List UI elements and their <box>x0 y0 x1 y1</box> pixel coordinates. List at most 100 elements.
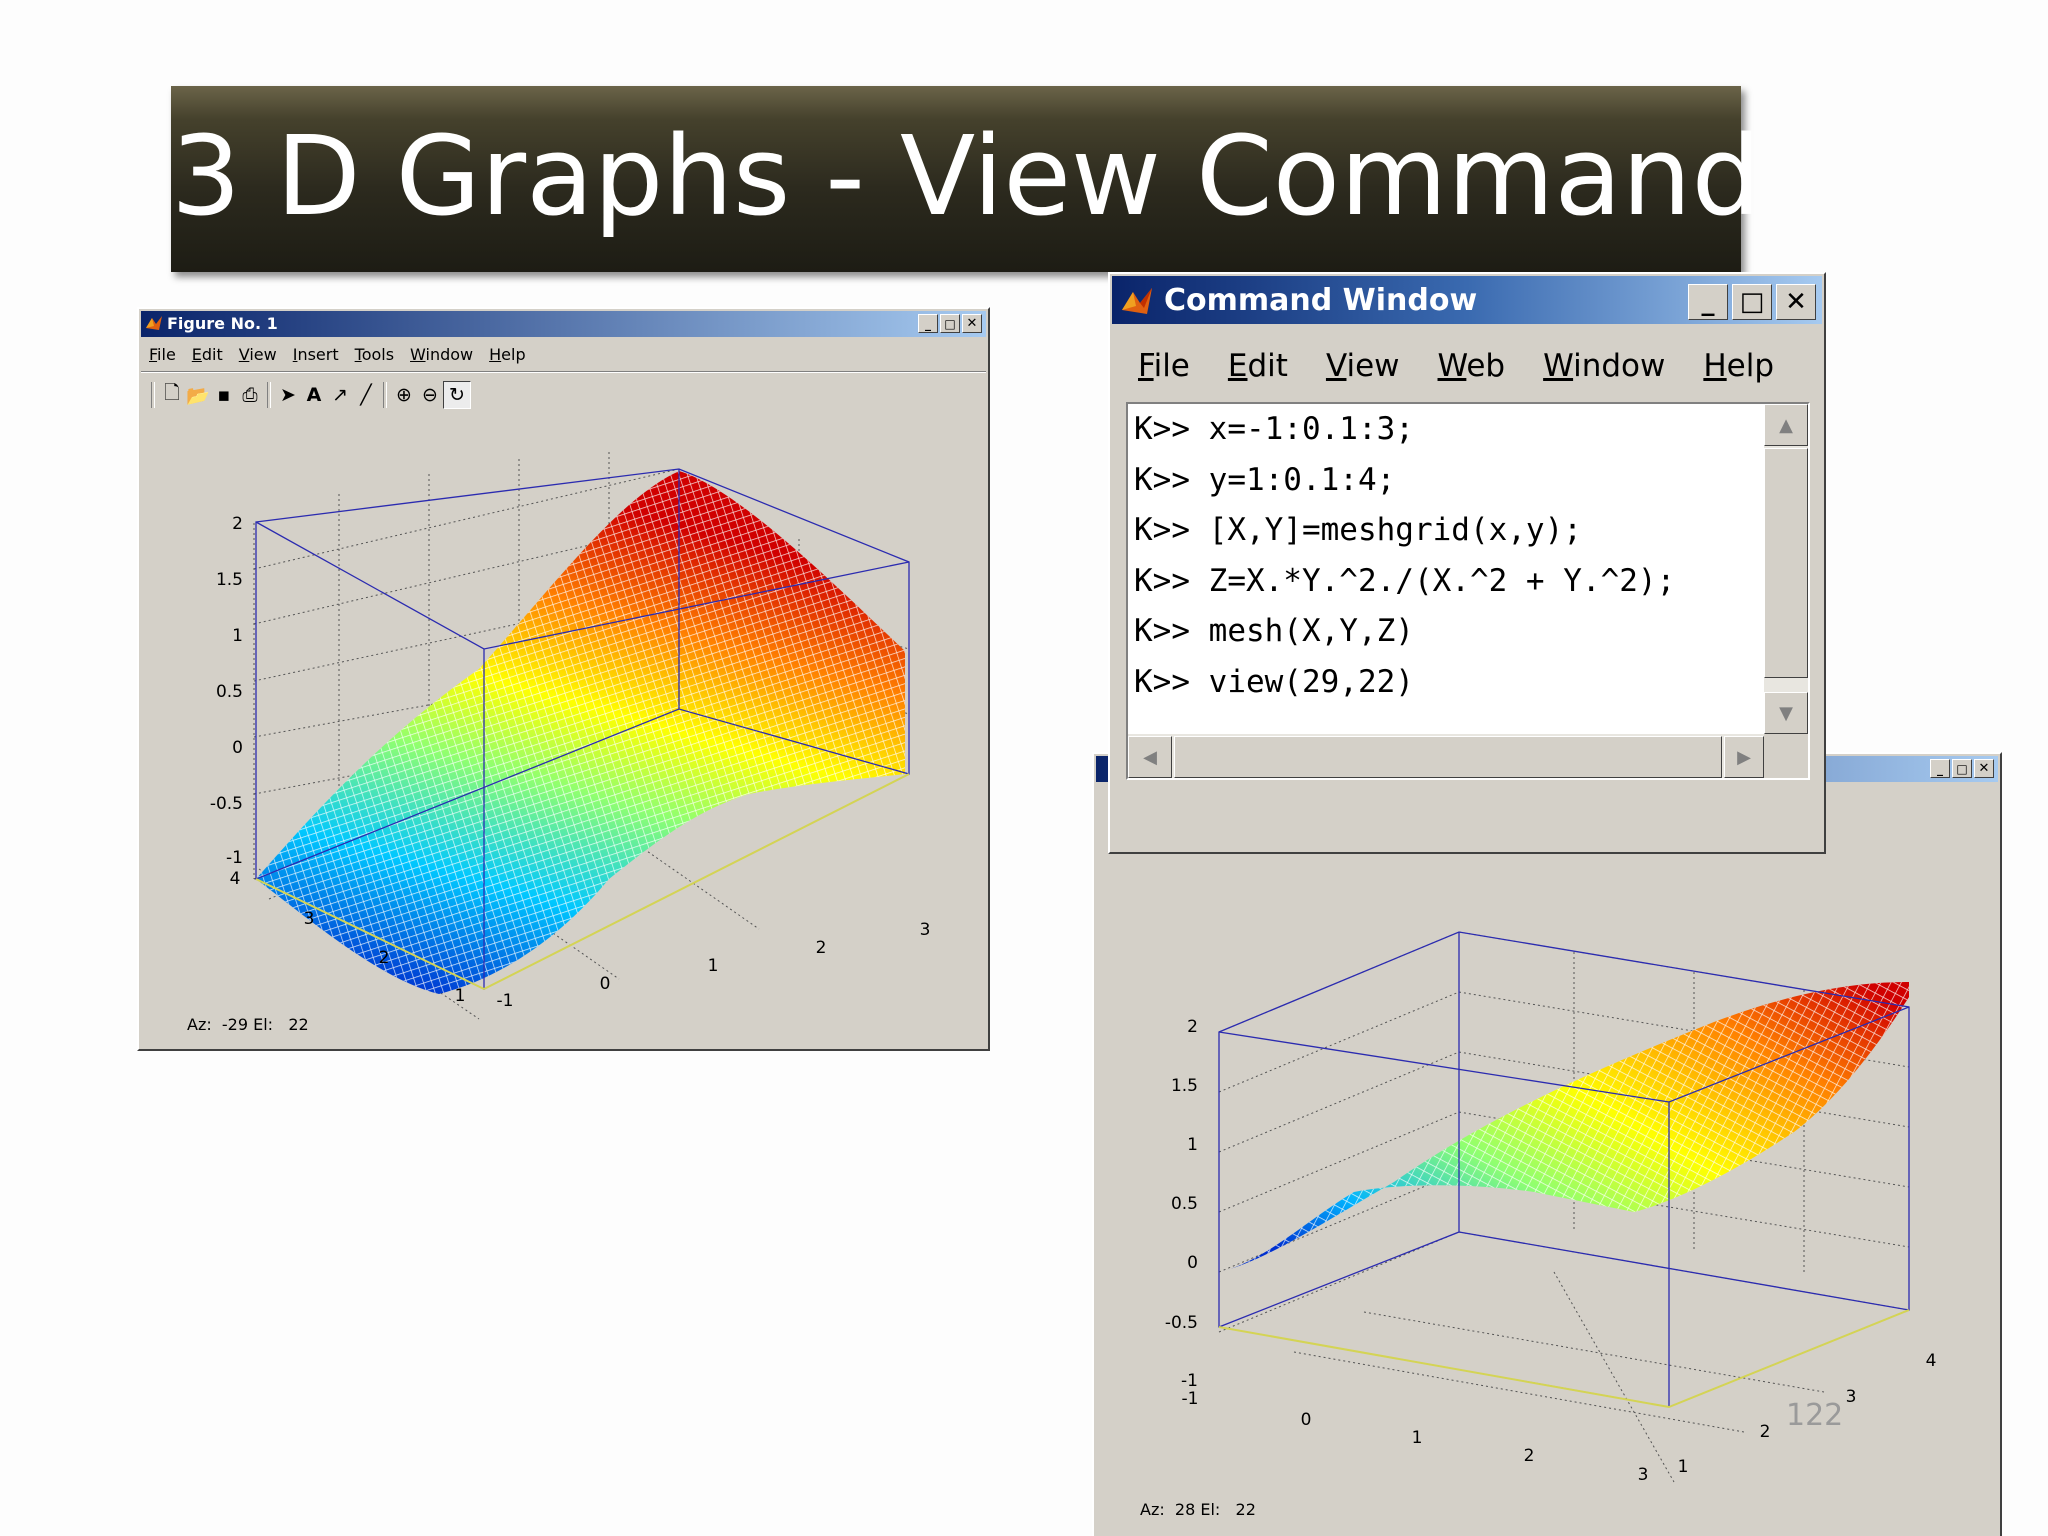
close-button[interactable]: ✕ <box>1974 759 1994 778</box>
z-tick: 1 <box>232 626 243 646</box>
z-tick: 0.5 <box>1171 1194 1198 1214</box>
menu-file[interactable]: File <box>149 345 176 364</box>
minimize-button[interactable]: _ <box>1688 284 1728 320</box>
toolbar-grip <box>151 382 155 408</box>
y-tick: 3 <box>1846 1387 1857 1407</box>
command-line: K>> view(29,22) <box>1134 663 1414 700</box>
figure-2-window: _ □ ✕ 2 1.5 1 0.5 0 -0.5 -1 -1 0 1 2 3 1… <box>1092 752 2002 1536</box>
x-tick: 1 <box>1412 1428 1423 1448</box>
x-tick: 0 <box>600 974 611 994</box>
menu-view[interactable]: View <box>1326 348 1400 384</box>
print-icon[interactable]: ⎙ <box>237 382 263 408</box>
figure-1-plot: 2 1.5 1 0.5 0 -0.5 -1 4 3 2 1 -1 0 1 2 3 <box>210 452 931 1020</box>
x-tick: 3 <box>920 920 931 940</box>
x-tick: 0 <box>1301 1410 1312 1430</box>
scroll-right-button[interactable]: ▶ <box>1724 736 1764 778</box>
minimize-button[interactable]: _ <box>918 314 938 333</box>
menu-help[interactable]: Help <box>1703 348 1774 384</box>
menu-edit[interactable]: Edit <box>192 345 223 364</box>
z-tick: -1 <box>226 848 243 868</box>
maximize-button[interactable]: □ <box>940 314 960 333</box>
toolbar-separator <box>383 382 387 408</box>
z-tick: 1.5 <box>1171 1076 1198 1096</box>
scroll-up-button[interactable]: ▲ <box>1764 404 1808 446</box>
new-icon[interactable]: 🗋 <box>159 382 185 408</box>
menu-help[interactable]: Help <box>489 345 525 364</box>
x-tick: 2 <box>1524 1446 1535 1466</box>
z-tick: 0 <box>1187 1253 1198 1273</box>
z-tick: 1.5 <box>216 570 243 590</box>
figure-1-titlebar[interactable]: Figure No. 1 _ □ ✕ <box>141 311 986 337</box>
figure-1-view-status: Az: -29 El: 22 <box>187 1015 309 1034</box>
menu-separator <box>141 371 986 373</box>
command-output-area[interactable]: K>> x=-1:0.1:3; K>> y=1:0.1:4; K>> [X,Y]… <box>1126 402 1810 780</box>
line-icon[interactable]: ╱ <box>353 382 379 408</box>
open-icon[interactable]: 📂 <box>185 382 211 408</box>
command-window-titlebar[interactable]: Command Window _ □ ✕ <box>1112 276 1822 324</box>
horizontal-scroll-thumb[interactable] <box>1174 736 1722 778</box>
menu-view[interactable]: View <box>239 345 277 364</box>
toolbar-separator <box>267 382 271 408</box>
y-tick: 1 <box>1678 1457 1689 1477</box>
figure-1-window: Figure No. 1 _ □ ✕ File Edit View Insert… <box>137 307 990 1051</box>
z-tick: 2 <box>1187 1017 1198 1037</box>
close-button[interactable]: ✕ <box>1776 284 1816 320</box>
vertical-scroll-thumb[interactable] <box>1764 448 1808 678</box>
z-tick: 1 <box>1187 1135 1198 1155</box>
slide-title-banner: 3 D Graphs - View Command <box>171 86 1762 272</box>
y-tick: 2 <box>1760 1422 1771 1442</box>
text-icon[interactable]: A <box>301 382 327 408</box>
maximize-button[interactable]: □ <box>1732 284 1772 320</box>
figure-1-title: Figure No. 1 <box>167 314 278 333</box>
figure-2-plot: 2 1.5 1 0.5 0 -0.5 -1 -1 0 1 2 3 1 2 3 4 <box>1165 931 1937 1485</box>
scroll-left-button[interactable]: ◀ <box>1128 736 1172 778</box>
select-arrow-icon[interactable]: ➤ <box>275 382 301 408</box>
slide-title: 3 D Graphs - View Command <box>171 112 1762 240</box>
menu-web[interactable]: Web <box>1438 348 1506 384</box>
x-tick: 2 <box>816 938 827 958</box>
z-tick: 0.5 <box>216 682 243 702</box>
scroll-down-button[interactable]: ▼ <box>1764 692 1808 734</box>
command-line: K>> Z=X.*Y.^2./(X.^2 + Y.^2); <box>1134 562 1676 599</box>
figure-1-menubar: File Edit View Insert Tools Window Help <box>149 345 526 364</box>
command-line: K>> y=1:0.1:4; <box>1134 461 1396 498</box>
command-line: K>> [X,Y]=meshgrid(x,y); <box>1134 512 1582 548</box>
arrow-icon[interactable]: ↗ <box>327 382 353 408</box>
figure-2-view-status: Az: 28 El: 22 <box>1140 1500 1256 1519</box>
x-tick: -1 <box>1182 1389 1199 1409</box>
matlab-logo-icon <box>1120 284 1154 318</box>
z-tick: -0.5 <box>1165 1313 1198 1333</box>
maximize-button[interactable]: □ <box>1952 759 1972 778</box>
z-tick: -0.5 <box>210 794 243 814</box>
command-window-menubar: File Edit View Web Window Help <box>1138 348 1774 384</box>
x-tick: -1 <box>497 991 514 1011</box>
menu-window[interactable]: Window <box>1543 348 1665 384</box>
figure-1-toolbar: 🗋 📂 ▪ ⎙ ➤ A ↗ ╱ ⊕ ⊖ ↻ <box>147 379 471 411</box>
z-tick: -1 <box>1181 1371 1198 1391</box>
matlab-logo-icon <box>145 314 163 332</box>
y-tick: 4 <box>1926 1351 1937 1371</box>
command-line: K>> mesh(X,Y,Z) <box>1134 613 1414 649</box>
zoom-in-icon[interactable]: ⊕ <box>391 382 417 408</box>
close-button[interactable]: ✕ <box>962 314 982 333</box>
zoom-out-icon[interactable]: ⊖ <box>417 382 443 408</box>
menu-edit[interactable]: Edit <box>1228 348 1288 384</box>
command-line: K>> x=-1:0.1:3; <box>1134 411 1414 447</box>
menu-file[interactable]: File <box>1138 348 1190 384</box>
save-icon[interactable]: ▪ <box>211 382 237 408</box>
z-tick: 2 <box>232 514 243 534</box>
rotate-icon[interactable]: ↻ <box>443 381 471 409</box>
x-tick: 3 <box>1638 1465 1649 1485</box>
menu-insert[interactable]: Insert <box>293 345 339 364</box>
scrollbar-corner <box>1764 734 1808 778</box>
x-tick: 1 <box>708 956 719 976</box>
y-tick: 4 <box>230 869 241 889</box>
y-tick: 1 <box>455 986 466 1006</box>
minimize-button[interactable]: _ <box>1930 759 1950 778</box>
y-tick: 2 <box>379 948 390 968</box>
command-window: Command Window _ □ ✕ File Edit View Web … <box>1108 272 1826 854</box>
menu-tools[interactable]: Tools <box>355 345 394 364</box>
slide-page-number: 122 <box>1786 1398 1844 1433</box>
y-tick: 3 <box>304 909 315 929</box>
menu-window[interactable]: Window <box>410 345 473 364</box>
